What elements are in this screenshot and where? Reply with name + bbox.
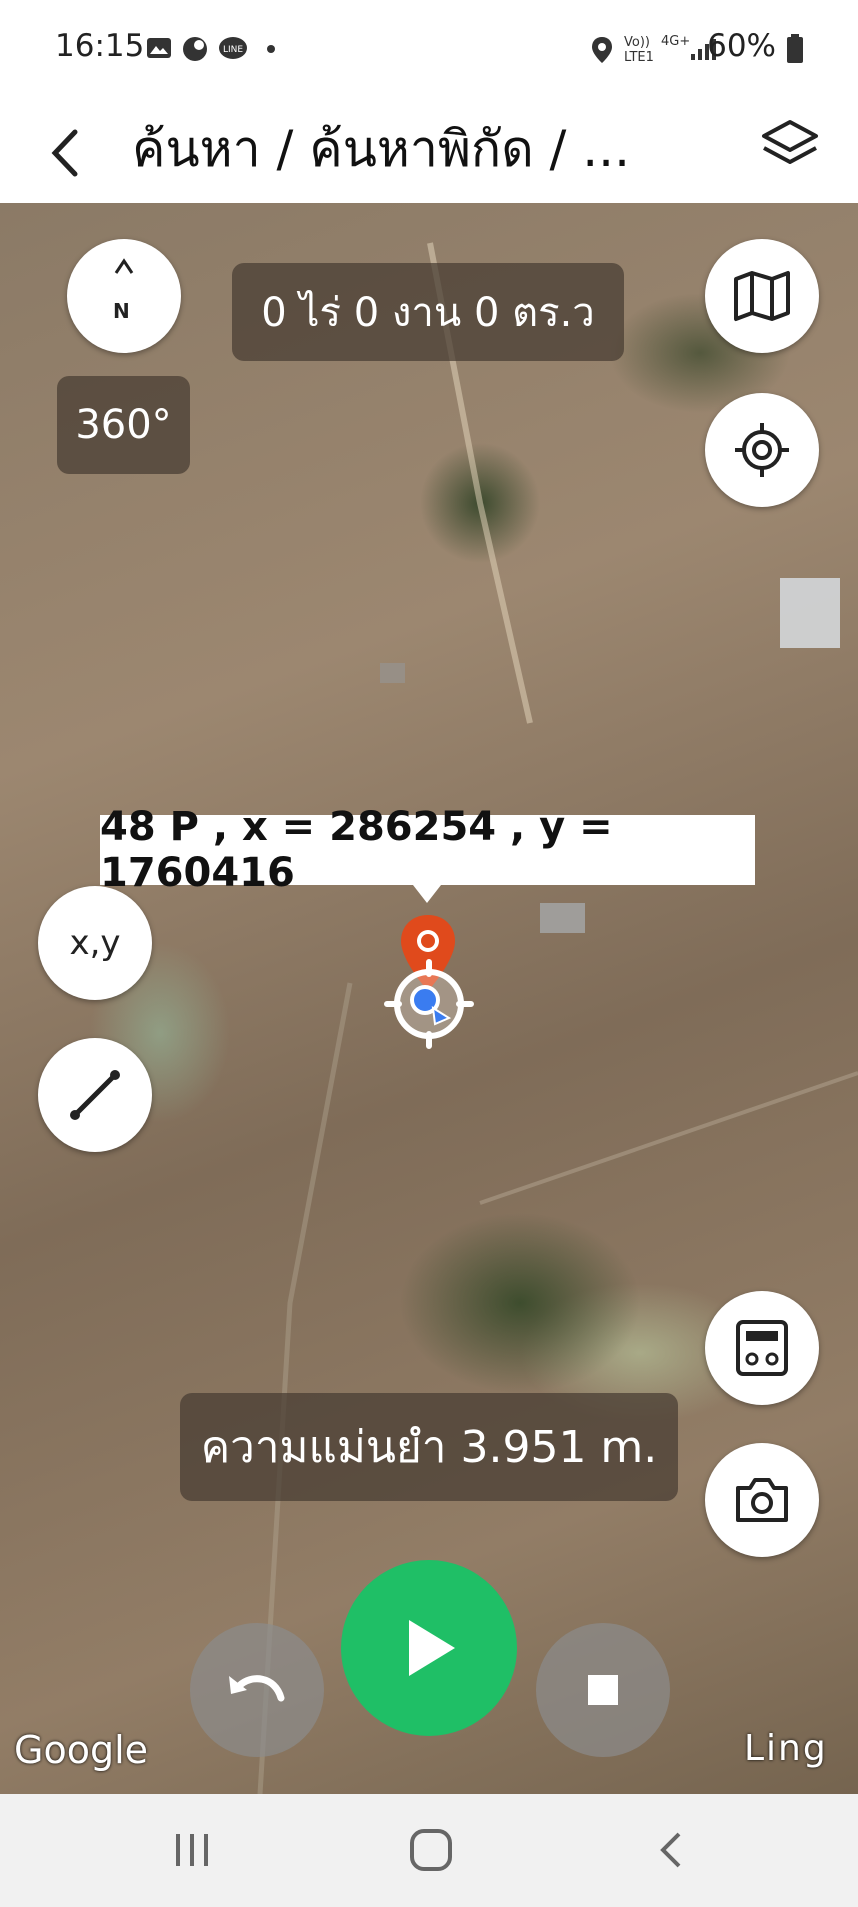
battery-percent: 60% [707,28,776,64]
compass-button[interactable]: N [67,239,181,353]
undo-button[interactable] [190,1623,324,1757]
accuracy-text: ความแม่นยำ 3.951 m. [200,1422,658,1473]
xy-label: x,y [69,923,121,963]
corner-label: Ling [744,1728,828,1769]
line-app-icon: LINE [219,37,247,59]
battery-icon [787,34,803,63]
stop-button[interactable] [536,1623,670,1757]
area-text: 0 ไร่ 0 งาน 0 ตร.ว [261,290,595,336]
back-arrow-icon[interactable] [45,128,85,178]
status-time: 16:15 [55,28,145,64]
notification-dot-icon [267,45,275,53]
google-attribution: Google [14,1728,149,1772]
recent-apps-icon[interactable] [172,1832,212,1868]
crosshair-icon [735,423,789,477]
stop-icon [588,1675,618,1705]
layers-icon[interactable] [760,116,820,180]
volte-label: Vo)) [624,35,650,50]
system-nav-bar [0,1794,858,1907]
accuracy-display: ความแม่นยำ 3.951 m. [180,1393,678,1501]
page-title: ค้นหา / ค้นหาพิกัด / ... [132,120,630,178]
measure-line-button[interactable] [38,1038,152,1152]
camera-button[interactable] [705,1443,819,1557]
coordinate-text: 48 P , x = 286254 , y = 1760416 [100,804,613,896]
current-position-icon [384,959,474,1049]
satellite-map[interactable]: N 0 ไร่ 0 งาน 0 ตร.ว 360° 48 P , x = 286… [0,203,858,1794]
map-icon [734,271,790,321]
area-display: 0 ไร่ 0 งาน 0 ตร.ว [232,263,624,361]
undo-icon [229,1675,285,1702]
play-button[interactable] [341,1560,517,1736]
calculator-icon [736,1320,788,1376]
gallery-icon [147,38,171,58]
view-360-button[interactable]: 360° [57,376,190,474]
coordinate-label: 48 P , x = 286254 , y = 1760416 [100,804,755,903]
lte-label: LTE1 [624,50,654,65]
system-back-icon[interactable] [655,1830,685,1870]
status-bar: 16:15 LINE Vo)) LTE1 4G+ 60% [0,0,858,98]
line-tool-icon [70,1070,120,1120]
network-type-label: 4G+ [661,34,691,49]
chat-bubble-icon [183,37,207,61]
my-location-button[interactable] [705,393,819,507]
play-icon [409,1620,455,1676]
view-360-label: 360° [75,402,172,448]
xy-button[interactable]: x,y [38,886,152,1000]
location-status-icon [592,37,612,63]
app-bar: ค้นหา / ค้นหาพิกัด / ... [0,98,858,204]
home-icon[interactable] [409,1828,453,1872]
calculator-button[interactable] [705,1291,819,1405]
map-type-button[interactable] [705,239,819,353]
compass-letter: N [113,299,130,323]
camera-icon [736,1478,788,1522]
north-arrow-icon [114,258,134,274]
svg-text:LINE: LINE [223,45,243,55]
